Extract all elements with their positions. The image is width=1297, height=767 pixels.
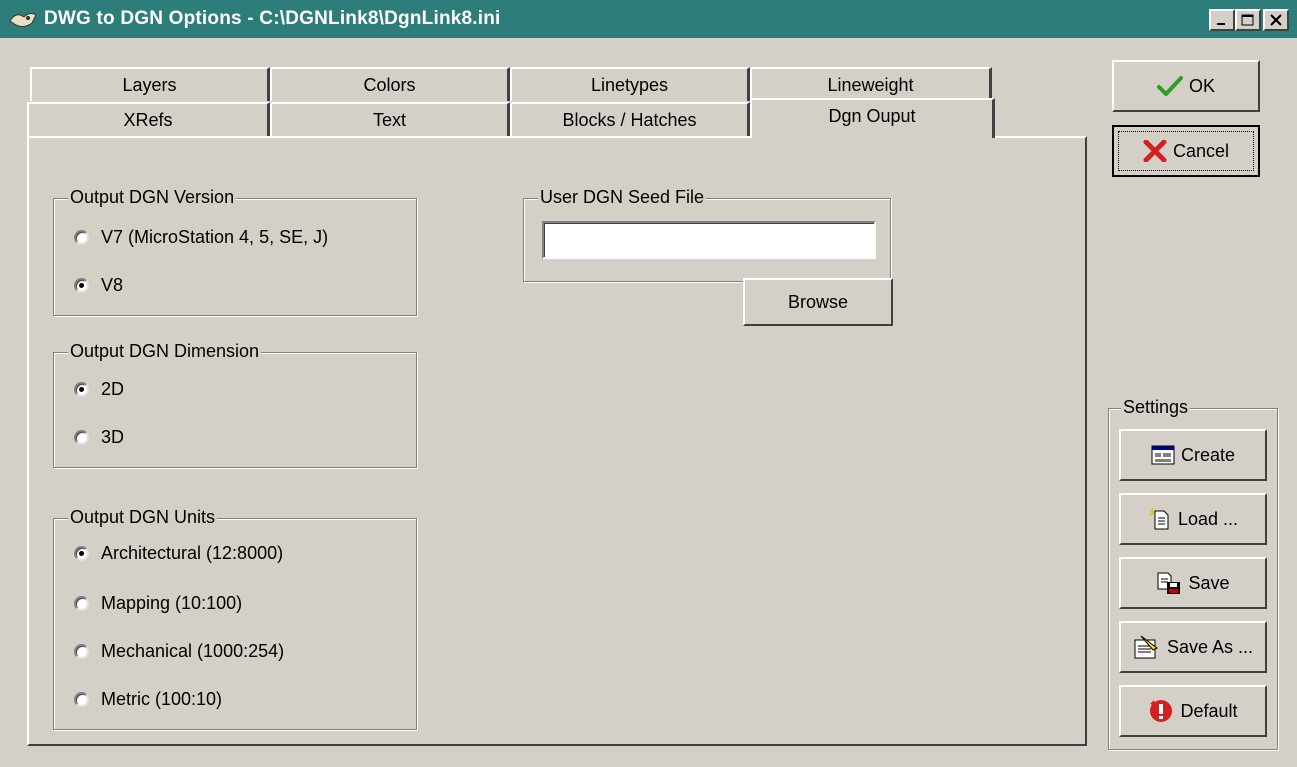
tab-label: Layers [122,74,177,95]
radio-label: Architectural (12:8000) [101,543,284,563]
load-label: Load ... [1177,508,1239,529]
radio-label: V8 [101,275,124,295]
radio-button[interactable] [74,230,89,245]
group-title: User DGN Seed File [538,187,707,208]
browse-button[interactable]: Browse [743,278,893,326]
radio-button[interactable] [74,546,89,561]
tab-blocks-hatches[interactable]: Blocks / Hatches [510,102,750,136]
close-button[interactable] [1263,9,1289,31]
tab-xrefs[interactable]: XRefs [27,102,270,136]
tab-label: Colors [363,74,416,95]
radio-label: Mechanical (1000:254) [101,641,285,661]
close-icon [1270,14,1282,26]
radio-label: Metric (100:10) [101,689,223,709]
group-title: Output DGN Version [68,187,237,208]
radio-label: Mapping (10:100) [101,593,243,613]
maximize-button[interactable] [1235,9,1261,31]
save-button[interactable]: Save [1119,557,1267,609]
cancel-label: Cancel [1172,140,1230,161]
radio-3d[interactable]: 3D [74,427,124,448]
radio-button[interactable] [74,644,89,659]
tab-label: XRefs [123,109,173,130]
output-version-group: Output DGN Version V7 (MicroStation 4, 5… [53,187,417,316]
tab-label: Dgn Ouput [828,106,916,126]
radio-label: 2D [101,379,125,399]
radio-architectural[interactable]: Architectural (12:8000) [74,543,283,564]
ok-button[interactable]: OK [1112,60,1260,112]
tab-label: Blocks / Hatches [562,109,697,130]
load-button[interactable]: Load ... [1119,493,1267,545]
tab-label: Linetypes [590,74,669,95]
document-open-icon [1148,507,1172,531]
minimize-icon [1217,23,1225,25]
red-restore-icon [1148,698,1174,724]
seed-file-input[interactable] [542,221,876,259]
tab-linetypes[interactable]: Linetypes [510,67,750,101]
tab-label: Lineweight [827,74,914,95]
create-button[interactable]: Create [1119,429,1267,481]
output-dimension-group: Output DGN Dimension 2D 3D [53,341,417,468]
tab-label: Text [372,109,406,130]
seed-file-group: User DGN Seed File [523,187,891,282]
radio-button[interactable] [74,692,89,707]
radio-button[interactable] [74,596,89,611]
minimize-button[interactable] [1209,9,1235,31]
radio-button[interactable] [74,382,89,397]
document-save-as-icon [1133,634,1161,660]
radio-label: 3D [101,427,125,447]
tab-colors[interactable]: Colors [270,67,510,101]
document-save-icon [1156,571,1182,595]
ok-label: OK [1188,75,1215,96]
app-icon [6,5,40,33]
output-units-group: Output DGN Units Architectural (12:8000)… [53,507,417,730]
create-label: Create [1180,444,1236,465]
group-title: Settings [1121,397,1191,418]
radio-v7[interactable]: V7 (MicroStation 4, 5, SE, J) [74,227,328,248]
title-bar: DWG to DGN Options - C:\DGNLink8\DgnLink… [0,0,1297,38]
red-x-icon [1143,140,1167,162]
radio-button[interactable] [74,430,89,445]
tab-layers[interactable]: Layers [30,67,270,101]
cancel-button[interactable]: Cancel [1112,125,1260,177]
radio-mechanical[interactable]: Mechanical (1000:254) [74,641,284,662]
radio-metric[interactable]: Metric (100:10) [74,689,222,710]
maximize-icon [1241,14,1254,26]
tab-lineweight[interactable]: Lineweight [750,67,992,101]
radio-v8[interactable]: V8 [74,275,123,296]
settings-group: Settings Create Load ... Save Save As ..… [1108,397,1278,750]
radio-label: V7 (MicroStation 4, 5, SE, J) [101,227,329,247]
radio-button[interactable] [74,278,89,293]
window-form-icon [1151,445,1175,465]
browse-label: Browse [787,291,849,312]
tab-dgn-output[interactable]: Dgn Ouput [750,98,995,138]
radio-mapping[interactable]: Mapping (10:100) [74,593,242,614]
window-title: DWG to DGN Options - C:\DGNLink8\DgnLink… [44,8,501,29]
radio-2d[interactable]: 2D [74,379,124,400]
checkmark-icon [1156,75,1183,97]
save-as-label: Save As ... [1166,636,1254,657]
default-label: Default [1180,700,1238,721]
save-as-button[interactable]: Save As ... [1119,621,1267,673]
group-title: Output DGN Units [68,507,218,528]
tab-text[interactable]: Text [270,102,510,136]
default-button[interactable]: Default [1119,685,1267,737]
tab-panel-dgn-output: Output DGN Version V7 (MicroStation 4, 5… [27,136,1087,746]
group-title: Output DGN Dimension [68,341,262,362]
save-label: Save [1188,572,1230,593]
